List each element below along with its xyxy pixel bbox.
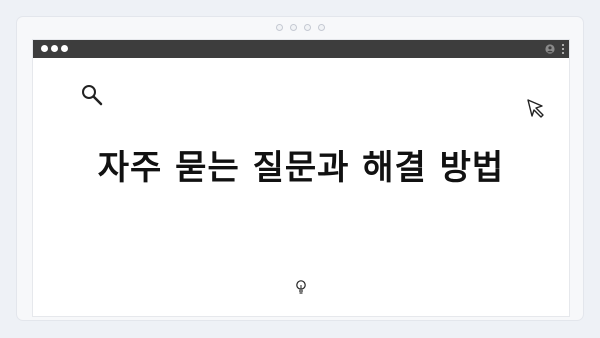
lightbulb-icon	[296, 280, 306, 294]
window-titlebar	[33, 40, 569, 58]
user-icon[interactable]	[545, 44, 555, 54]
cursor-icon	[527, 99, 544, 118]
dot	[318, 24, 325, 31]
window-controls[interactable]	[41, 45, 68, 52]
maximize-dot[interactable]	[61, 45, 68, 52]
browser-window: 자주 묻는 질문과 해결 방법	[33, 40, 569, 316]
dot	[304, 24, 311, 31]
dot	[290, 24, 297, 31]
minimize-dot[interactable]	[51, 45, 58, 52]
top-pagination-dots	[276, 24, 325, 31]
kebab-menu-icon[interactable]	[561, 43, 565, 55]
page-title: 자주 묻는 질문과 해결 방법	[97, 148, 505, 188]
search-icon	[82, 85, 103, 106]
dot	[276, 24, 283, 31]
close-dot[interactable]	[41, 45, 48, 52]
